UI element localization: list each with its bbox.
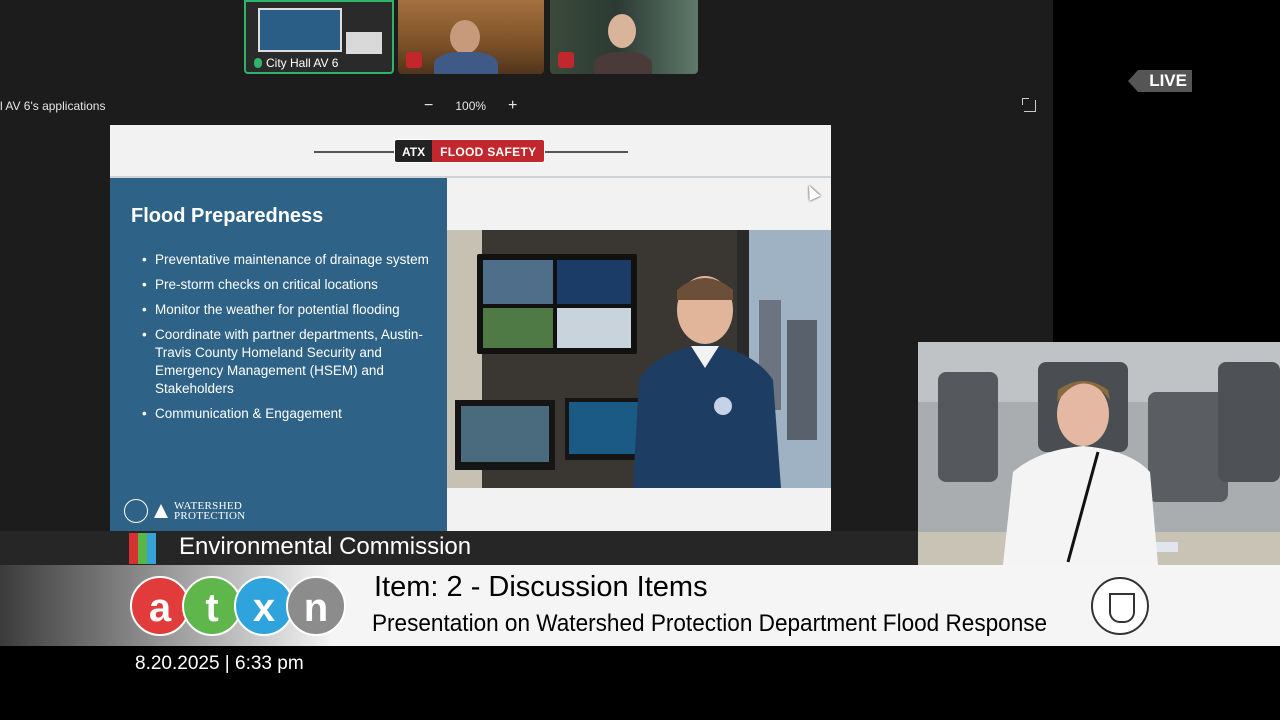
agenda-item-title: Item: 2 - Discussion Items	[374, 571, 708, 603]
participant-tile-3[interactable]	[550, 0, 698, 74]
microphone-icon	[254, 58, 262, 68]
screen-share-title: l AV 6's applications	[0, 99, 106, 113]
color-stripes	[129, 533, 156, 564]
presentation-slide: ATX FLOOD SAFETY Flood Preparedness Prev…	[110, 125, 831, 531]
zoom-out-button[interactable]: −	[424, 98, 433, 114]
slide-text-panel: Flood Preparedness Preventative maintena…	[110, 178, 447, 531]
bullet-item: Pre-storm checks on critical locations	[142, 276, 438, 294]
broadcast-timestamp: 8.20.2025 | 6:33 pm	[135, 653, 304, 674]
commission-name: Environmental Commission	[179, 533, 472, 560]
bullet-item: Coordinate with partner departments, Aus…	[142, 326, 438, 398]
bullet-item: Monitor the weather for potential floodi…	[142, 301, 438, 319]
bullet-item: Preventative maintenance of drainage sys…	[142, 251, 438, 269]
bullet-list: Preventative maintenance of drainage sys…	[142, 251, 438, 430]
speaker-camera-feed	[918, 342, 1280, 565]
watershed-protection-logo: WATERSHED PROTECTION	[124, 499, 245, 523]
city-of-austin-seal-icon	[1091, 577, 1149, 635]
participant-tile-2[interactable]	[398, 0, 544, 74]
muted-microphone-icon	[558, 52, 574, 68]
participant-tile-city-hall-av6[interactable]: City Hall AV 6	[244, 0, 394, 74]
muted-microphone-icon	[406, 52, 422, 68]
agenda-item-subtitle: Presentation on Watershed Protection Dep…	[372, 610, 1048, 637]
watershed-icon	[154, 504, 168, 518]
slide-header: ATX FLOOD SAFETY	[110, 125, 831, 178]
zoom-level: 100%	[455, 99, 487, 113]
zoom-in-button[interactable]: +	[508, 98, 517, 114]
slide-title: Flood Preparedness	[131, 205, 324, 227]
fullscreen-icon[interactable]	[1022, 98, 1036, 112]
city-seal-icon	[124, 499, 148, 523]
zoom-controls: − 100% +	[424, 98, 517, 114]
operations-center-photo	[447, 230, 831, 488]
participant-name: City Hall AV 6	[254, 56, 338, 70]
bullet-item: Communication & Engagement	[142, 405, 438, 423]
atx-flood-safety-logo: ATX FLOOD SAFETY	[394, 139, 546, 163]
live-badge: LIVE	[1128, 70, 1192, 92]
atxn-logo: a t x n	[130, 576, 346, 636]
